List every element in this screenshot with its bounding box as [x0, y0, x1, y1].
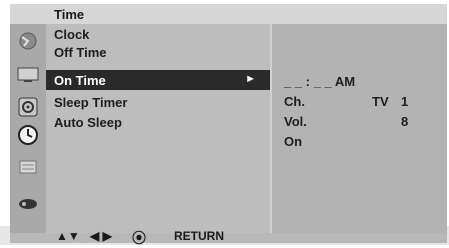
- submenu-list: Clock Off Time On Time ► Sleep Timer Aut…: [46, 24, 270, 233]
- osd-menu-panel: Time Clock Off Time On Time ► Sleep Time…: [10, 4, 447, 243]
- channel-number[interactable]: 1: [401, 94, 408, 109]
- menu-item-on-time[interactable]: On Time ►: [46, 70, 270, 90]
- volume-label: Vol.: [284, 114, 307, 129]
- submenu-arrow-icon: ►: [245, 73, 256, 85]
- left-right-arrows-icon: ◀ ▶: [90, 229, 112, 243]
- channel-source[interactable]: TV: [372, 94, 389, 109]
- menu-header: Time: [10, 4, 447, 24]
- on-time-value[interactable]: _ _ : _ _ AM: [284, 74, 355, 89]
- channel-label: Ch.: [284, 94, 305, 109]
- menu-item-label: Auto Sleep: [54, 115, 122, 130]
- option-icon[interactable]: [14, 156, 42, 178]
- menu-item-sleep-timer[interactable]: Sleep Timer: [46, 92, 270, 112]
- menu-item-label: Sleep Timer: [54, 95, 128, 110]
- menu-item-label: Off Time: [54, 45, 107, 60]
- screen-icon[interactable]: [14, 64, 42, 86]
- volume-value[interactable]: 8: [401, 114, 408, 129]
- picture-icon[interactable]: [14, 30, 42, 52]
- menu-item-label: Clock: [54, 27, 90, 42]
- on-time-state[interactable]: On: [284, 134, 302, 149]
- lock-icon[interactable]: [14, 192, 42, 214]
- category-icon-column: [10, 24, 46, 233]
- menu-item-label: On Time: [54, 73, 106, 88]
- menu-item-clock[interactable]: Clock: [46, 24, 270, 44]
- menu-title: Time: [54, 7, 85, 22]
- ok-button-icon: ⦿: [132, 230, 146, 246]
- audio-icon[interactable]: [14, 96, 42, 118]
- up-down-arrows-icon: ▲▼: [56, 229, 80, 243]
- menu-item-auto-sleep[interactable]: Auto Sleep: [46, 112, 270, 132]
- menu-item-off-time[interactable]: Off Time: [46, 42, 270, 62]
- return-label: RETURN: [174, 229, 224, 243]
- time-icon[interactable]: [14, 124, 42, 146]
- on-time-detail-panel: _ _ : _ _ AM Ch. TV 1 Vol. 8 On: [272, 24, 447, 233]
